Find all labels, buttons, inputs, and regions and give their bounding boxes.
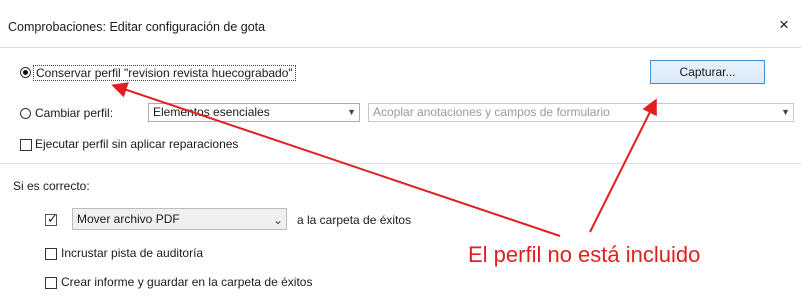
arrow-to-profile-name	[589, 98, 657, 233]
arrow-to-keep-profile	[111, 82, 561, 237]
annotation-text: El perfil no está incluido	[468, 242, 701, 267]
